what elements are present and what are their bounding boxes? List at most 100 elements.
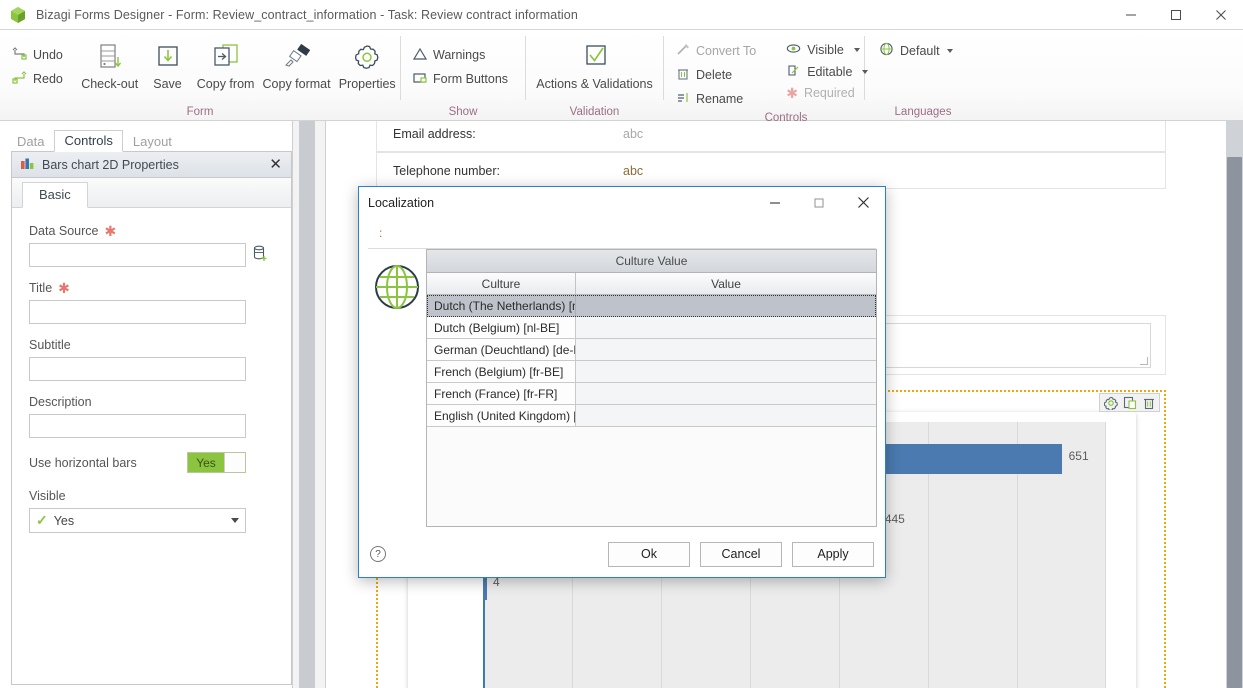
ribbon-group-form: Undo Redo Check-out Save Copy from Copy … — [0, 30, 400, 121]
column-header-value[interactable]: Value — [576, 273, 876, 294]
save-button[interactable]: Save — [143, 36, 193, 91]
ribbon-group-label-languages: Languages — [894, 106, 952, 118]
data-source-input[interactable] — [29, 243, 246, 267]
delete-button[interactable]: Delete — [672, 64, 764, 86]
cell-value[interactable] — [576, 339, 876, 360]
chevron-down-icon — [853, 48, 860, 52]
ribbon-group-controls: Convert To Delete Rename Visible Editabl… — [664, 30, 869, 124]
tab-basic[interactable]: Basic — [22, 182, 88, 208]
canvas-scrollbar[interactable] — [1226, 121, 1243, 688]
check-out-icon — [95, 40, 125, 76]
form-buttons-icon — [413, 71, 427, 87]
rename-button[interactable]: Rename — [672, 88, 764, 110]
scrollbar-thumb[interactable] — [1227, 157, 1242, 688]
cell-culture: French (France) [fr-FR] — [427, 383, 576, 404]
bar-value-a: 651 — [1068, 449, 1089, 463]
dialog-body: Culture Value Culture Value Dutch (The N… — [359, 249, 885, 531]
properties-label: Properties — [338, 77, 396, 91]
copy-from-label: Copy from — [196, 77, 255, 91]
actions-validations-button[interactable]: Actions & Validations — [529, 36, 660, 91]
panel-tabs: Data Controls Layout — [7, 130, 182, 152]
editable-dropdown[interactable]: Editable — [782, 62, 872, 82]
culture-value-table: Culture Value Culture Value Dutch (The N… — [426, 249, 877, 527]
title-input[interactable] — [29, 300, 246, 324]
left-panel-scrollbar[interactable] — [293, 121, 326, 688]
duplicate-icon[interactable] — [1122, 395, 1137, 410]
ok-button[interactable]: Ok — [608, 541, 690, 567]
resize-grip-icon[interactable] — [1140, 357, 1148, 365]
subtitle-input[interactable] — [29, 357, 246, 381]
telephone-number-label: Telephone number: — [393, 163, 501, 178]
cell-value[interactable] — [576, 317, 876, 338]
convert-to-button[interactable]: Convert To — [672, 40, 764, 62]
required-asterisk-icon: ✱ — [104, 223, 117, 239]
copy-from-button[interactable]: Copy from — [193, 36, 259, 91]
data-source-label-row: Data Source ✱ — [29, 224, 275, 238]
cell-value[interactable] — [576, 405, 876, 426]
field-row-email[interactable]: Email address: abc — [376, 121, 1166, 152]
globe-icon — [374, 264, 420, 313]
maximize-icon[interactable] — [1153, 0, 1198, 30]
cell-culture: English (United Kingdom) [e — [427, 405, 576, 426]
description-input[interactable] — [29, 414, 246, 438]
close-icon[interactable]: ✕ — [266, 157, 285, 172]
data-source-label: Data Source — [29, 224, 99, 238]
apply-button[interactable]: Apply — [792, 541, 874, 567]
visible-select[interactable]: ✓ Yes — [29, 508, 246, 533]
help-circle-icon[interactable]: ? — [370, 546, 386, 562]
visible-dropdown[interactable]: Visible — [782, 40, 872, 60]
gridline — [1105, 422, 1107, 688]
dialog-window-controls — [753, 187, 885, 218]
scrollbar-thumb[interactable] — [299, 121, 315, 688]
table-row[interactable]: Dutch (The Netherlands) [nl — [427, 295, 876, 317]
copy-format-button[interactable]: Copy format — [259, 36, 335, 91]
description-label: Description — [29, 395, 92, 409]
ribbon-group-label-show: Show — [448, 106, 478, 118]
column-header-culture[interactable]: Culture — [427, 273, 576, 294]
cell-value[interactable] — [576, 361, 876, 382]
close-icon[interactable] — [841, 187, 885, 218]
data-source-row — [29, 243, 275, 267]
convert-to-icon — [676, 43, 690, 59]
tab-layout[interactable]: Layout — [123, 131, 182, 152]
tab-data[interactable]: Data — [7, 131, 54, 152]
undo-button[interactable]: Undo — [8, 44, 71, 66]
default-language-dropdown[interactable]: Default — [875, 40, 957, 61]
redo-button[interactable]: Redo — [8, 68, 71, 90]
cell-value[interactable] — [576, 383, 876, 404]
chevron-down-icon — [946, 48, 953, 53]
table-row[interactable]: French (France) [fr-FR] — [427, 383, 876, 405]
cancel-button[interactable]: Cancel — [700, 541, 782, 567]
minimize-icon[interactable] — [1108, 0, 1153, 30]
check-out-button[interactable]: Check-out — [77, 36, 143, 91]
minimize-icon[interactable] — [753, 187, 797, 218]
properties-button[interactable]: Properties — [334, 36, 400, 91]
table-row[interactable]: Dutch (Belgium) [nl-BE] — [427, 317, 876, 339]
table-row[interactable]: French (Belgium) [fr-BE] — [427, 361, 876, 383]
globe-default-icon — [879, 42, 894, 59]
trash-icon[interactable] — [1141, 395, 1156, 410]
toggle-value: Yes — [188, 453, 224, 472]
close-icon[interactable] — [1198, 0, 1243, 30]
database-add-icon[interactable] — [253, 245, 268, 265]
check-square-icon — [580, 40, 610, 76]
window-title-bar: Bizagi Forms Designer - Form: Review_con… — [0, 0, 1243, 30]
cell-value[interactable] — [576, 295, 876, 316]
tab-controls[interactable]: Controls — [54, 130, 123, 152]
table-header-row: Culture Value — [427, 273, 876, 295]
form-buttons-button[interactable]: Form Buttons — [409, 68, 516, 90]
table-row[interactable]: German (Deuchtland) [de-D — [427, 339, 876, 361]
undo-label: Undo — [33, 48, 63, 62]
chevron-down-icon — [231, 518, 239, 523]
field-row-telephone[interactable]: Telephone number: abc — [376, 152, 1166, 189]
properties-tabrow: Basic — [12, 178, 291, 208]
required-asterisk-icon: ✱ — [786, 85, 798, 101]
maximize-icon[interactable] — [797, 187, 841, 218]
warnings-button[interactable]: Warnings — [409, 44, 516, 66]
email-address-value: abc — [623, 126, 644, 141]
required-button[interactable]: ✱ Required — [782, 84, 872, 102]
use-horizontal-bars-toggle[interactable]: Yes — [187, 452, 246, 473]
warning-triangle-icon — [412, 47, 428, 63]
gear-icon[interactable] — [1103, 395, 1118, 410]
table-row[interactable]: English (United Kingdom) [e — [427, 405, 876, 427]
